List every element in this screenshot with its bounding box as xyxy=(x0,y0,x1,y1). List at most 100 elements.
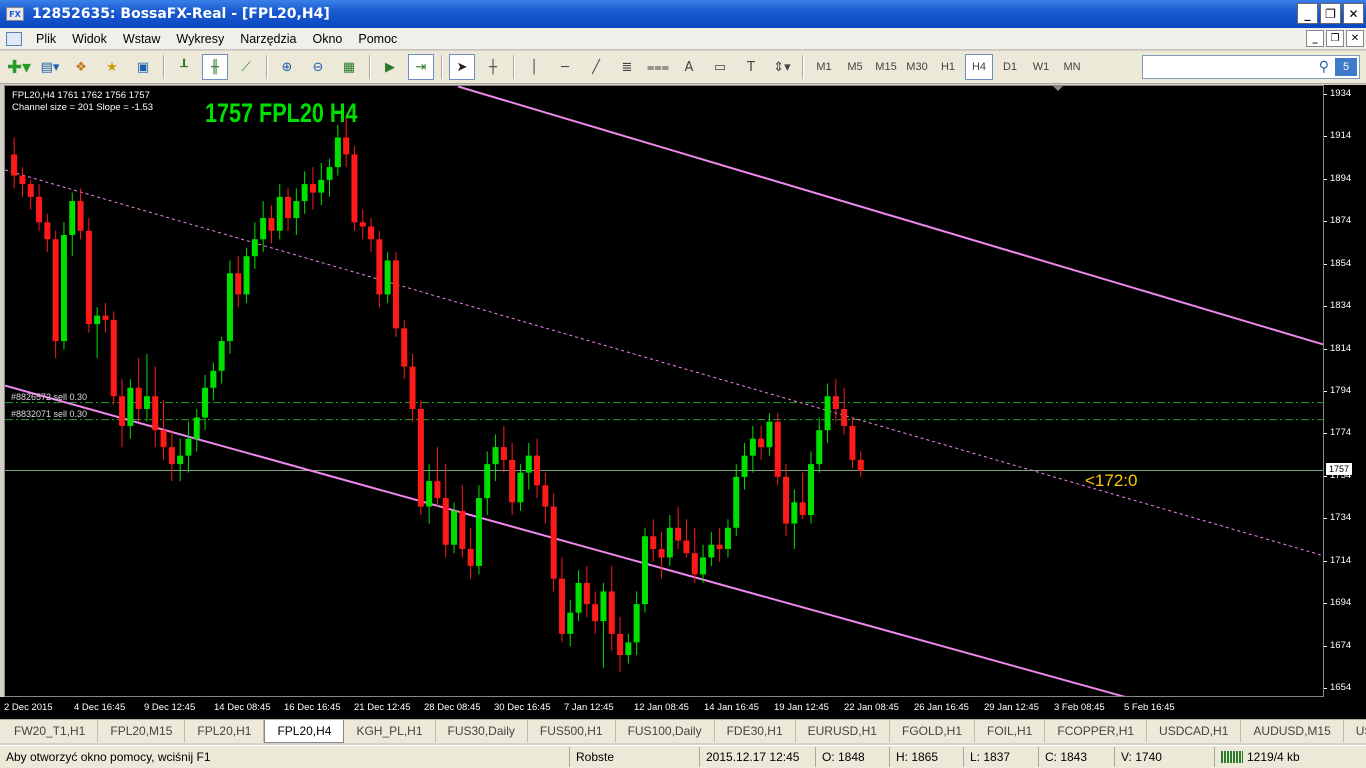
timeframe-m5[interactable]: M5 xyxy=(841,54,869,80)
time-axis[interactable]: 2 Dec 2015 4 Dec 16:45 9 Dec 12:45 14 Dec 0… xyxy=(0,697,1366,719)
zoom-out-icon[interactable]: ⊖ xyxy=(305,54,331,80)
time-tick-label: 3 Feb 08:45 xyxy=(1054,702,1105,713)
bull-candle xyxy=(733,476,740,528)
price-tick xyxy=(1324,518,1327,520)
minimize-button[interactable]: _ xyxy=(1297,3,1318,24)
chart-tab[interactable]: AUDUSD,M15 xyxy=(1241,720,1344,742)
line-chart-icon[interactable]: ⟋ xyxy=(233,54,259,80)
bar-chart-icon[interactable]: ┸ xyxy=(171,54,197,80)
market-watch-icon[interactable]: ❖ xyxy=(68,54,94,80)
candlestick-chart-icon[interactable]: ╫ xyxy=(202,54,228,80)
tile-windows-icon[interactable]: ▦ xyxy=(336,54,362,80)
menu-pomoc[interactable]: Pomoc xyxy=(350,32,405,46)
notifications-badge[interactable]: 5 xyxy=(1335,58,1357,76)
bull-candle xyxy=(484,464,491,499)
bear-candle xyxy=(832,396,839,409)
status-low: L: 1837 xyxy=(964,747,1039,767)
timeframe-h4[interactable]: H4 xyxy=(965,54,993,80)
menu-plik[interactable]: Plik xyxy=(28,32,64,46)
bull-candle xyxy=(185,438,192,456)
chart-tab[interactable]: FUS30,Daily xyxy=(436,720,528,742)
app-logo-icon: FX xyxy=(6,7,24,21)
trendline-icon[interactable]: ╱ xyxy=(583,54,609,80)
text-label-icon[interactable]: ▭ xyxy=(707,54,733,80)
separator xyxy=(369,55,371,79)
chart-close-button[interactable]: ✕ xyxy=(1346,30,1364,47)
crosshair-icon[interactable]: ┼ xyxy=(480,54,506,80)
chart-minimize-button[interactable]: _ xyxy=(1306,30,1324,47)
label-icon[interactable]: T xyxy=(738,54,764,80)
price-tick-label: 1794 xyxy=(1330,385,1352,396)
menu-widok[interactable]: Widok xyxy=(64,32,115,46)
chart-tab[interactable]: FPL20,H1 xyxy=(185,720,265,742)
bear-candle xyxy=(550,506,557,579)
price-chart[interactable]: FPL20,H4 1761 1762 1756 1757 Channel siz… xyxy=(4,85,1324,697)
menu-wstaw[interactable]: Wstaw xyxy=(115,32,169,46)
arrows-icon[interactable]: ⇕▾ xyxy=(769,54,795,80)
order-label[interactable]: #8826572 sell 0.30 xyxy=(11,392,87,402)
navigator-icon[interactable]: ★ xyxy=(99,54,125,80)
equidistant-channel-icon[interactable]: ≣ xyxy=(614,54,640,80)
restore-button[interactable]: ❐ xyxy=(1320,3,1341,24)
chart-tab[interactable]: FPL20,H4 xyxy=(264,720,345,743)
chart-tab[interactable]: FPL20,M15 xyxy=(98,720,186,742)
chart-tab[interactable]: USD xyxy=(1344,720,1366,742)
terminal-icon[interactable]: ▣ xyxy=(130,54,156,80)
search-input[interactable]: ⚲ 5 xyxy=(1142,55,1360,79)
bull-candle xyxy=(69,201,76,236)
timeframe-m1[interactable]: M1 xyxy=(810,54,838,80)
current-price-tag: 1757 xyxy=(1326,463,1352,476)
price-tick xyxy=(1324,391,1327,392)
chart-window-icon[interactable] xyxy=(6,31,22,46)
price-axis[interactable]: 1934191418941874185418341814179417741754… xyxy=(1324,85,1366,697)
timeframe-d1[interactable]: D1 xyxy=(996,54,1024,80)
search-icon[interactable]: ⚲ xyxy=(1319,59,1329,75)
menu-wykresy[interactable]: Wykresy xyxy=(168,32,232,46)
chart-tab[interactable]: FW20_T1,H1 xyxy=(2,720,99,742)
fibonacci-icon[interactable]: ⩶ xyxy=(645,54,671,80)
timeframe-h1[interactable]: H1 xyxy=(934,54,962,80)
cursor-icon[interactable]: ➤ xyxy=(449,54,475,80)
order-label[interactable]: #8832071 sell 0.30 xyxy=(11,409,87,419)
time-tick-label: 9 Dec 12:45 xyxy=(144,702,196,713)
bull-candle xyxy=(243,256,250,295)
chart-tab[interactable]: USDCAD,H1 xyxy=(1147,720,1242,742)
menu-narzedzia[interactable]: Narzędzia xyxy=(232,32,304,46)
bar-countdown: <172:0 xyxy=(1085,471,1138,490)
close-button[interactable]: ✕ xyxy=(1343,3,1364,24)
chart-restore-button[interactable]: ❐ xyxy=(1326,30,1344,47)
auto-scroll-icon[interactable]: ▶ xyxy=(377,54,403,80)
timeframe-w1[interactable]: W1 xyxy=(1027,54,1055,80)
chart-tab[interactable]: FOIL,H1 xyxy=(975,720,1046,742)
separator xyxy=(802,55,804,79)
chart-tab[interactable]: EURUSD,H1 xyxy=(796,720,890,742)
profiles-icon[interactable]: ▤▾ xyxy=(37,54,63,80)
price-tick xyxy=(1324,645,1327,647)
chart-tab[interactable]: FUS100,Daily xyxy=(616,720,715,742)
chart-tab[interactable]: FDE30,H1 xyxy=(715,720,796,742)
vertical-line-icon[interactable]: │ xyxy=(521,54,547,80)
bear-candle xyxy=(716,544,723,549)
timeframe-mn[interactable]: MN xyxy=(1058,54,1086,80)
zoom-in-icon[interactable]: ⊕ xyxy=(274,54,300,80)
cursor-datetime: 2015.12.17 12:45 xyxy=(700,747,816,767)
profile-name[interactable]: Robste xyxy=(570,747,700,767)
timeframe-m15[interactable]: M15 xyxy=(872,54,900,80)
text-icon[interactable]: A xyxy=(676,54,702,80)
connection-status[interactable]: 1219/4 kb xyxy=(1215,747,1335,767)
time-tick-label: 5 Feb 16:45 xyxy=(1124,702,1175,713)
price-tick-label: 1654 xyxy=(1330,682,1352,693)
bull-candle xyxy=(326,167,333,180)
chart-tab[interactable]: KGH_PL,H1 xyxy=(344,720,436,742)
chart-tab[interactable]: FGOLD,H1 xyxy=(890,720,975,742)
time-tick-label: 4 Dec 16:45 xyxy=(74,702,126,713)
horizontal-line-icon[interactable]: ─ xyxy=(552,54,578,80)
menu-bar: Plik Widok Wstaw Wykresy Narzędzia Okno … xyxy=(0,28,1366,50)
chart-shift-icon[interactable]: ⇥ xyxy=(408,54,434,80)
chart-tab[interactable]: FCOPPER,H1 xyxy=(1045,720,1148,742)
new-chart-icon[interactable]: ✚▾ xyxy=(6,54,32,80)
menu-okno[interactable]: Okno xyxy=(304,32,350,46)
timeframe-m30[interactable]: M30 xyxy=(903,54,931,80)
price-tick xyxy=(1324,178,1327,180)
chart-tab[interactable]: FUS500,H1 xyxy=(528,720,616,742)
